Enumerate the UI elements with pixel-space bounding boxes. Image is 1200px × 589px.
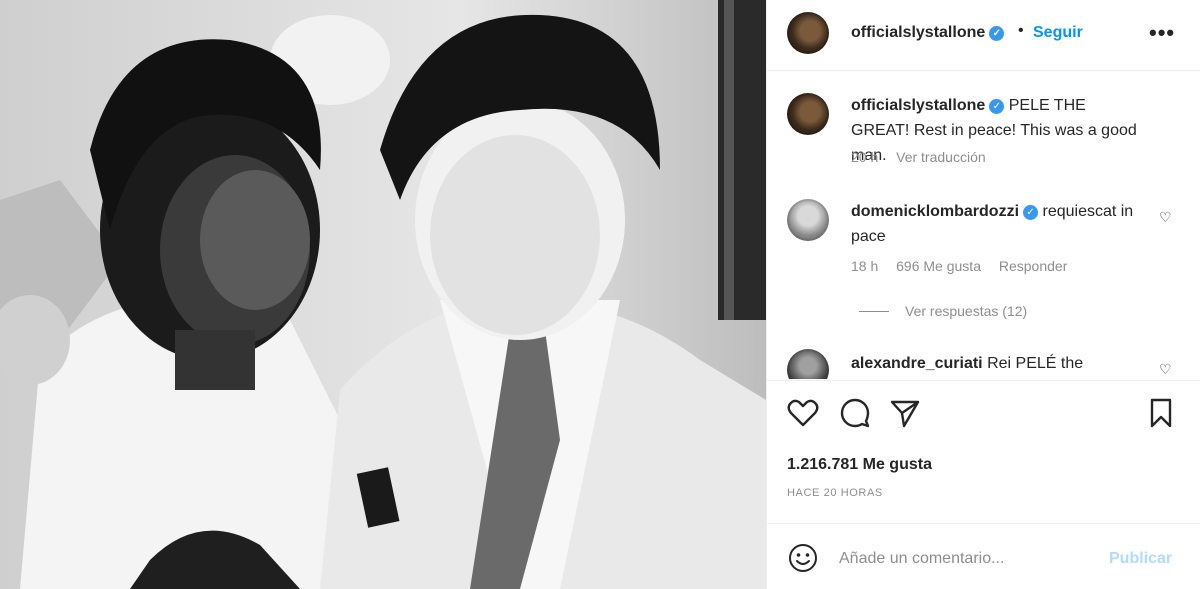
publish-button[interactable]: Publicar — [1109, 550, 1172, 568]
comment-body: alexandre_curiati Rei PELÉ the — [851, 351, 1141, 376]
post-actions — [767, 395, 1200, 439]
comment-meta: 18 h 696 Me gusta Responder — [851, 258, 1081, 274]
more-options-icon[interactable]: ••• — [1149, 20, 1175, 46]
verified-badge-icon: ✓ — [989, 99, 1005, 114]
comment-age[interactable]: 18 h — [851, 258, 878, 274]
comment-text: Rei PELÉ the — [987, 355, 1084, 372]
comment-like-icon[interactable]: ♡ — [1159, 361, 1172, 378]
bookmark-icon[interactable] — [1143, 395, 1179, 431]
comment-composer: Publicar — [767, 524, 1200, 589]
translate-link[interactable]: Ver traducción — [896, 149, 986, 165]
author-avatar[interactable] — [787, 12, 829, 54]
post-side-panel: officialslystallone ✓ • Seguir ••• offici… — [766, 0, 1200, 589]
post-photo[interactable] — [0, 0, 766, 589]
photo-illustration — [0, 0, 766, 589]
heart-icon[interactable] — [785, 395, 821, 431]
follow-button[interactable]: Seguir — [1033, 24, 1083, 42]
commenter-avatar[interactable] — [787, 199, 829, 241]
post-timestamp[interactable]: HACE 20 HORAS — [787, 487, 883, 499]
verified-badge-icon: ✓ — [1023, 205, 1039, 220]
view-replies[interactable]: Ver respuestas (12) — [859, 303, 1041, 319]
comment-username[interactable]: domenicklombardozzi — [851, 203, 1019, 220]
commenter-avatar[interactable] — [787, 349, 829, 379]
comment-like-icon[interactable]: ♡ — [1159, 209, 1172, 226]
send-icon[interactable] — [887, 395, 923, 431]
comments-list[interactable]: officialslystallone ✓ PELE THE GREAT! Res… — [767, 71, 1200, 379]
caption-avatar[interactable] — [787, 93, 829, 135]
verified-badge-icon: ✓ — [989, 26, 1005, 41]
likes-count[interactable]: 1.216.781 Me gusta — [787, 456, 932, 474]
comment-icon[interactable] — [837, 395, 873, 431]
caption-meta: 20 h Ver traducción — [851, 149, 1000, 165]
post-header: officialslystallone ✓ • Seguir ••• — [767, 0, 1200, 71]
separator-dot: • — [1018, 22, 1024, 39]
emoji-icon[interactable] — [787, 542, 819, 574]
author-username[interactable]: officialslystallone — [851, 24, 985, 41]
comment-likes[interactable]: 696 Me gusta — [896, 258, 981, 274]
comment-input[interactable] — [837, 544, 1101, 574]
replies-line — [859, 311, 889, 312]
caption-age[interactable]: 20 h — [851, 149, 878, 165]
comment-body: domenicklombardozzi ✓ requiescat in pace — [851, 199, 1141, 249]
author-username-wrap: officialslystallone ✓ — [851, 24, 1005, 42]
reply-button[interactable]: Responder — [999, 258, 1068, 274]
comment-username[interactable]: alexandre_curiati — [851, 355, 983, 372]
caption-username[interactable]: officialslystallone — [851, 97, 985, 114]
divider — [767, 380, 1200, 381]
view-replies-label[interactable]: Ver respuestas (12) — [905, 303, 1027, 319]
